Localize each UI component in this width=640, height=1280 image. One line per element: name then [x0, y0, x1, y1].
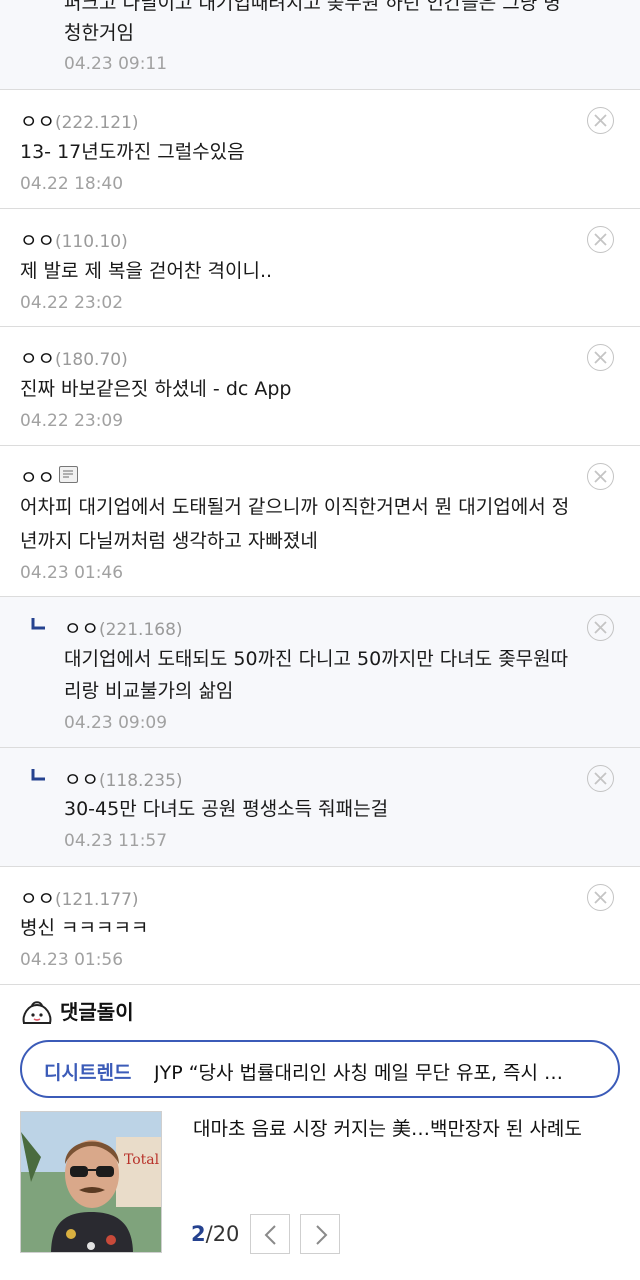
- comment-item: ㅇㅇ 어차피 대기업에서 도태될거 같으니까 이직한거면서 뭔 대기업에서 정 …: [0, 446, 640, 597]
- delete-comment-button[interactable]: [587, 884, 614, 911]
- comment-author[interactable]: ㅇㅇ: [20, 888, 55, 910]
- comment-date: 04.23 09:11: [64, 54, 168, 74]
- news-photo: Total: [21, 1112, 161, 1252]
- reply-item: ㅇㅇ(221.168) 대기업에서 도태되도 50까진 다니고 50까지만 다녀…: [0, 597, 640, 748]
- comment-date: 04.23 11:57: [64, 831, 168, 851]
- close-icon: [594, 114, 607, 127]
- comment-head: ㅇㅇ(121.177): [20, 884, 139, 911]
- comment-body-line: 퍼크고 다닐이고 대기업때려치고 좆무원 하던 인간들은 그냥 병: [64, 0, 561, 14]
- comment-head: ㅇㅇ(180.70): [20, 344, 128, 371]
- comment-ip: (221.168): [98, 620, 183, 640]
- comment-date: 04.23 01:56: [20, 950, 124, 970]
- comment-head: ㅇㅇ(221.168): [64, 614, 183, 641]
- comment-body-line: 13- 17년도까진 그럴수있음: [20, 141, 245, 163]
- comment-item: ㅇㅇ(180.70) 진짜 바보같은짓 하셨네 - dc App 04.22 2…: [0, 327, 640, 446]
- comment-date: 04.22 23:02: [20, 293, 124, 313]
- news-thumbnail[interactable]: Total: [20, 1111, 162, 1253]
- mascot-icon: [22, 1000, 52, 1024]
- news-title[interactable]: 대마초 음료 시장 커지는 美…백만장자 된 사례도: [193, 1114, 582, 1141]
- comment-date: 04.23 09:09: [64, 713, 168, 733]
- comment-head: ㅇㅇ(110.10): [20, 226, 128, 253]
- close-icon: [594, 470, 607, 483]
- next-button[interactable]: [300, 1214, 340, 1254]
- comment-item-partial: 퍼크고 다닐이고 대기업때려치고 좆무원 하던 인간들은 그냥 병 청한거임 0…: [0, 0, 640, 90]
- comment-ip: (118.235): [98, 771, 183, 791]
- pager-current: 2: [191, 1222, 206, 1246]
- close-icon: [594, 891, 607, 904]
- prev-button[interactable]: [250, 1214, 290, 1254]
- comment-item: ㅇㅇ(121.177) 병신 ㅋㅋㅋㅋㅋ 04.23 01:56: [0, 867, 640, 985]
- comment-date: 04.22 23:09: [20, 411, 124, 431]
- chevron-left-icon: [264, 1225, 276, 1245]
- comment-item: ㅇㅇ(222.121) 13- 17년도까진 그럴수있음 04.22 18:40: [0, 90, 640, 209]
- member-icon: [58, 466, 78, 483]
- trend-headline[interactable]: JYP “당사 법률대리인 사칭 메일 무단 유포, 즉시 …: [154, 1058, 599, 1085]
- delete-comment-button[interactable]: [587, 463, 614, 490]
- comment-ip: (110.10): [54, 232, 128, 252]
- comment-body-line: 제 발로 제 복을 걷어찬 격이니..: [20, 260, 273, 282]
- reply-item: ㅇㅇ(118.235) 30-45만 다녀도 공원 평생소득 줘패는걸 04.2…: [0, 748, 640, 867]
- comment-author[interactable]: ㅇㅇ: [20, 111, 55, 133]
- comment-ip: (121.177): [54, 890, 139, 910]
- close-icon: [594, 772, 607, 785]
- comment-head: ㅇㅇ(118.235): [64, 765, 183, 792]
- comment-body-line: 청한거임: [64, 22, 134, 44]
- delete-comment-button[interactable]: [587, 765, 614, 792]
- pager-total: /20: [205, 1222, 240, 1246]
- delete-comment-button[interactable]: [587, 107, 614, 134]
- close-icon: [594, 351, 607, 364]
- trend-banner[interactable]: 디시트렌드 JYP “당사 법률대리인 사칭 메일 무단 유포, 즉시 …: [20, 1040, 620, 1098]
- comment-author[interactable]: ㅇㅇ: [20, 467, 55, 489]
- chevron-right-icon: [316, 1225, 328, 1245]
- comment-body-line: 리랑 비교불가의 삶임: [64, 680, 234, 702]
- comment-body-line: 30-45만 다녀도 공원 평생소득 줘패는걸: [64, 798, 389, 820]
- comment-head: ㅇㅇ(222.121): [20, 107, 139, 134]
- comment-body-line: 대기업에서 도태되도 50까진 다니고 50까지만 다녀도 좆무원따: [64, 648, 569, 670]
- comment-head: ㅇㅇ: [20, 463, 78, 490]
- comment-ip: (222.121): [54, 113, 139, 133]
- comment-ip: (180.70): [54, 350, 128, 370]
- comment-date: 04.22 18:40: [20, 174, 124, 194]
- comment-body-line: 어차피 대기업에서 도태될거 같으니까 이직한거면서 뭔 대기업에서 정: [20, 496, 570, 518]
- comment-body-line: 년까지 다닐꺼처럼 생각하고 자빠졌네: [20, 530, 318, 552]
- trend-label: 디시트렌드: [44, 1062, 132, 1084]
- dol-title-text: 댓글돌이: [60, 1000, 134, 1024]
- dol-section-title: 댓글돌이: [20, 996, 134, 1030]
- reply-arrow-icon: [31, 769, 45, 781]
- comment-item: ㅇㅇ(110.10) 제 발로 제 복을 걷어찬 격이니.. 04.22 23:…: [0, 209, 640, 327]
- reply-arrow-icon: [31, 618, 45, 630]
- delete-comment-button[interactable]: [587, 614, 614, 641]
- close-icon: [594, 233, 607, 246]
- delete-comment-button[interactable]: [587, 226, 614, 253]
- delete-comment-button[interactable]: [587, 344, 614, 371]
- comment-body-line: 병신 ㅋㅋㅋㅋㅋ: [20, 917, 149, 939]
- comment-date: 04.23 01:46: [20, 563, 124, 583]
- comment-body-line: 진짜 바보같은짓 하셨네 - dc App: [20, 378, 292, 400]
- comment-author[interactable]: ㅇㅇ: [64, 769, 99, 791]
- svg-text:Total: Total: [124, 1152, 160, 1168]
- pager-count: 2/20: [191, 1222, 239, 1246]
- close-icon: [594, 621, 607, 634]
- comment-author[interactable]: ㅇㅇ: [64, 618, 99, 640]
- comment-author[interactable]: ㅇㅇ: [20, 348, 55, 370]
- comment-author[interactable]: ㅇㅇ: [20, 230, 55, 252]
